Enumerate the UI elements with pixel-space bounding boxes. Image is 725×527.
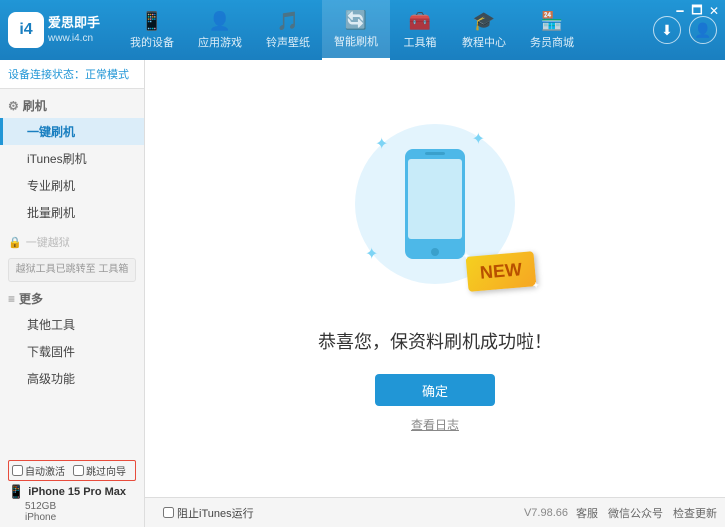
ringtones-icon: 🎵 [277,11,299,32]
sidebar-item-download-firmware[interactable]: 下载固件 [0,338,144,365]
success-illustration: ✦ ✦ ✦ ✦ NEW ✦ [355,124,515,284]
jailbreak-label: 一键越狱 [26,234,70,250]
phone-circle: ✦ ✦ ✦ ✦ NEW ✦ [355,124,515,284]
logo-line1: 爱思即手 [48,15,100,32]
sync-label: 跳过向导 [86,463,126,478]
device-name: iPhone 15 Pro Max [28,486,126,498]
logo-area: i4 爱思即手 www.i4.cn [8,12,118,48]
auto-activate-label: 自动激活 [25,463,65,478]
sidebar-group-more-header: ≡ 更多 [0,286,144,311]
sidebar-item-batch-flash[interactable]: 批量刷机 [0,199,144,226]
wechat-link[interactable]: 微信公众号 [608,505,663,521]
auto-activate-row: 自动激活 跳过向导 [8,460,136,481]
header: i4 爱思即手 www.i4.cn 📱 我的设备 👤 应用游戏 🎵 铃声壁纸 [0,0,725,60]
device-storage: 512GB [8,501,136,512]
device-section: 自动激活 跳过向导 📱 iPhone 15 Pro Max 512GB iPho… [0,456,145,527]
business-icon: 🏪 [541,11,563,32]
bottom-bar: 自动激活 跳过向导 📱 iPhone 15 Pro Max 512GB iPho… [0,497,725,527]
more-group-icon: ≡ [8,292,15,306]
more-group-label: 更多 [19,290,43,307]
sparkle-icon-2: ✦ [472,129,485,149]
main-content: ✦ ✦ ✦ ✦ NEW ✦ 恭喜您，保资料刷机成功啦！ 确定 [145,60,725,497]
new-badge: ✦ NEW ✦ [466,251,537,292]
itunes-check: 阻止iTunes运行 [163,505,254,521]
window-controls: 🗕 🗖 ✕ [673,4,721,18]
tab-ringtones[interactable]: 🎵 铃声壁纸 [254,0,322,60]
flash-group-icon: ⚙ [8,99,19,113]
itunes-label: 阻止iTunes运行 [177,505,254,521]
sidebar-group-more: ≡ 更多 其他工具 下载固件 高级功能 [0,286,144,392]
sidebar-item-one-key-flash[interactable]: 一键刷机 [0,118,144,145]
sparkle-icon-3: ✦ [365,244,378,264]
apps-games-icon: 👤 [209,11,231,32]
tab-my-device-label: 我的设备 [130,34,174,50]
sidebar-group-flash-header: ⚙ 刷机 [0,93,144,118]
sidebar-group-jailbreak: 🔒 一键越狱 越狱工具已跳转至 工具箱 [0,230,144,282]
sidebar-group-flash: ⚙ 刷机 一键刷机 iTunes刷机 专业刷机 批量刷机 [0,93,144,226]
tab-tutorial[interactable]: 🎓 教程中心 [450,0,518,60]
sidebar-item-advanced[interactable]: 高级功能 [0,365,144,392]
tutorial-icon: 🎓 [473,11,495,32]
jailbreak-disabled: 🔒 一键越狱 [0,230,144,254]
tab-business-label: 务员商城 [530,34,574,50]
auto-activate-checkbox-item: 自动激活 [12,463,65,478]
my-device-icon: 📱 [141,11,163,32]
device-info: 📱 iPhone 15 Pro Max [8,484,136,500]
tab-smart-flash[interactable]: 🔄 智能刷机 [322,0,390,60]
header-right: ⬇ 👤 [653,16,717,44]
sidebar-item-other-tools[interactable]: 其他工具 [0,311,144,338]
tab-apps-games-label: 应用游戏 [198,34,242,50]
logo-text: 爱思即手 www.i4.cn [48,15,100,45]
device-phone-icon: 📱 [8,484,24,500]
sparkle-icon-1: ✦ [375,134,388,154]
bottom-right: 阻止iTunes运行 V7.98.66 客服 微信公众号 检查更新 [163,505,717,521]
check-update-link[interactable]: 检查更新 [673,505,717,521]
tab-my-device[interactable]: 📱 我的设备 [118,0,186,60]
sync-checkbox[interactable] [73,465,84,476]
maximize-button[interactable]: 🗖 [690,4,704,18]
status-prefix: 设备连接状态： [8,69,85,81]
auto-activate-checkbox[interactable] [12,465,23,476]
view-log-link[interactable]: 查看日志 [411,416,459,433]
itunes-checkbox[interactable] [163,507,174,518]
toolbox-icon: 🧰 [409,11,431,32]
tab-business[interactable]: 🏪 务员商城 [518,0,586,60]
sidebar: 设备连接状态：正常模式 ⚙ 刷机 一键刷机 iTunes刷机 专业刷机 批量刷机… [0,60,145,497]
new-badge-text: NEW [479,259,523,283]
sidebar-item-itunes-flash[interactable]: iTunes刷机 [0,145,144,172]
bottom-links: 客服 微信公众号 检查更新 [576,505,717,521]
tab-ringtones-label: 铃声壁纸 [266,34,310,50]
lock-icon: 🔒 [8,236,22,249]
flash-group-label: 刷机 [23,97,47,114]
version-text: V7.98.66 [524,507,568,519]
minimize-button[interactable]: 🗕 [673,4,687,18]
logo-icon: i4 [8,12,44,48]
jailbreak-notice: 越狱工具已跳转至 工具箱 [8,258,136,282]
sync-checkbox-item: 跳过向导 [73,463,126,478]
sidebar-item-pro-flash[interactable]: 专业刷机 [0,172,144,199]
close-button[interactable]: ✕ [707,4,721,18]
confirm-button[interactable]: 确定 [375,374,495,406]
status-value: 正常模式 [85,69,129,81]
sidebar-status: 设备连接状态：正常模式 [0,60,144,89]
logo-text-icon: i4 [19,21,32,39]
logo-line2: www.i4.cn [48,32,100,45]
nav-tabs: 📱 我的设备 👤 应用游戏 🎵 铃声壁纸 🔄 智能刷机 🧰 工具箱 🎓 [118,0,645,60]
tab-toolbox-label: 工具箱 [404,34,437,50]
tab-apps-games[interactable]: 👤 应用游戏 [186,0,254,60]
content-area: 设备连接状态：正常模式 ⚙ 刷机 一键刷机 iTunes刷机 专业刷机 批量刷机… [0,60,725,497]
smart-flash-icon: 🔄 [345,10,367,31]
customer-service-link[interactable]: 客服 [576,505,598,521]
phone-illustration [400,144,470,264]
tab-tutorial-label: 教程中心 [462,34,506,50]
device-type: iPhone [8,512,136,523]
tab-toolbox[interactable]: 🧰 工具箱 [390,0,450,60]
tab-smart-flash-label: 智能刷机 [334,33,378,49]
success-title: 恭喜您，保资料刷机成功啦！ [318,328,552,354]
